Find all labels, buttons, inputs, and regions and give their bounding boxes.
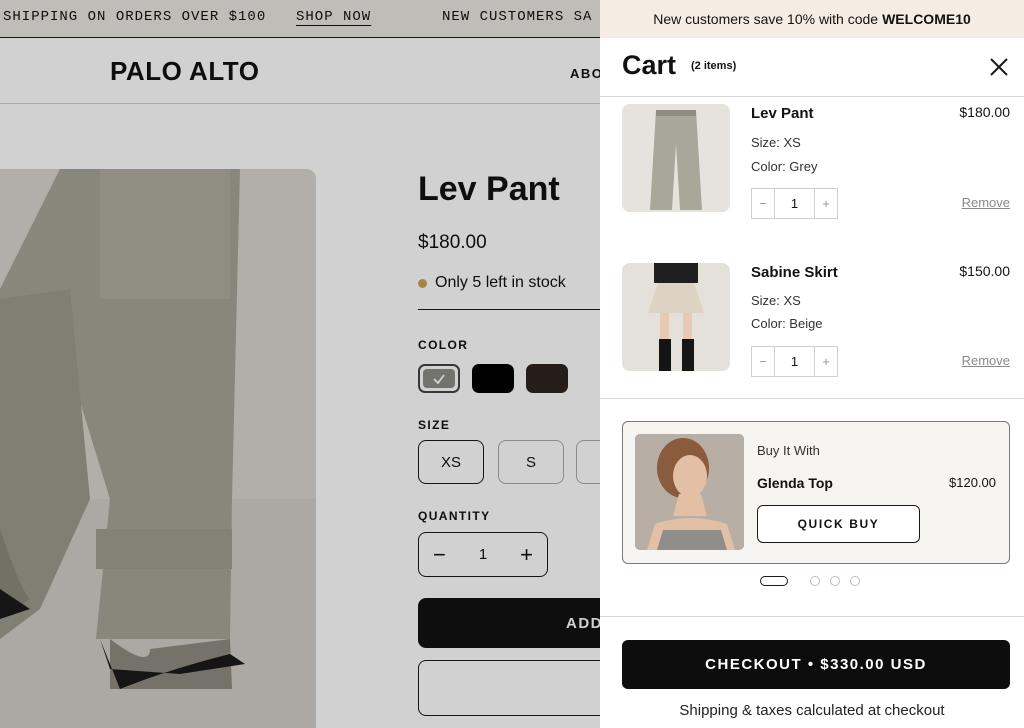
remove-link[interactable]: Remove (962, 195, 1010, 210)
upsell-price: $120.00 (949, 475, 996, 490)
upsell-product-name[interactable]: Glenda Top (757, 475, 833, 491)
cart-item-count: (2 items) (691, 60, 737, 72)
upsell-kicker: Buy It With (757, 443, 820, 458)
line-item-quantity-stepper: − 1 + (751, 346, 838, 377)
cart-line-item: Lev Pant $180.00 Size: XS Color: Grey − … (622, 104, 1010, 222)
line-item-size: Size: XS (751, 135, 801, 150)
line-item-price: $150.00 (959, 263, 1010, 279)
line-item-quantity[interactable]: 1 (774, 347, 815, 376)
cart-drawer: New customers save 10% with code WELCOME… (600, 0, 1024, 728)
upsell-image[interactable] (635, 434, 744, 550)
glenda-top-thumbnail (635, 434, 744, 550)
divider (600, 616, 1024, 617)
cart-header: Cart (2 items) (600, 38, 1024, 97)
line-item-size: Size: XS (751, 293, 801, 308)
carousel-pagination (760, 576, 860, 586)
carousel-dot-1[interactable] (760, 576, 788, 586)
line-item-color: Color: Grey (751, 159, 818, 174)
line-item-image[interactable] (622, 263, 730, 371)
line-item-name[interactable]: Sabine Skirt (751, 264, 838, 281)
decrease-quantity-button[interactable]: − (752, 189, 774, 218)
line-item-color: Color: Beige (751, 316, 823, 331)
cart-title: Cart (622, 50, 677, 80)
promo-code: WELCOME10 (882, 11, 971, 27)
quick-buy-button[interactable]: QUICK BUY (757, 505, 920, 543)
line-item-name[interactable]: Lev Pant (751, 105, 814, 122)
divider (600, 398, 1024, 399)
upsell-card: Buy It With Glenda Top $120.00 QUICK BUY (622, 421, 1010, 564)
line-item-image[interactable] (622, 104, 730, 212)
close-cart-button[interactable] (986, 54, 1012, 80)
line-item-quantity-stepper: − 1 + (751, 188, 838, 219)
close-icon[interactable] (986, 54, 1012, 80)
cart-line-item: Sabine Skirt $150.00 Size: XS Color: Bei… (622, 263, 1010, 381)
checkout-button[interactable]: CHECKOUT • $330.00 USD (622, 640, 1010, 689)
carousel-dot-4[interactable] (850, 576, 860, 586)
decrease-quantity-button[interactable]: − (752, 347, 774, 376)
increase-quantity-button[interactable]: + (815, 189, 837, 218)
line-item-quantity[interactable]: 1 (774, 189, 815, 218)
increase-quantity-button[interactable]: + (815, 347, 837, 376)
sabine-skirt-thumbnail (622, 263, 730, 371)
line-item-price: $180.00 (959, 104, 1010, 120)
lev-pant-thumbnail (622, 104, 730, 212)
carousel-dot-3[interactable] (830, 576, 840, 586)
checkout-note: Shipping & taxes calculated at checkout (679, 702, 945, 719)
promo-text: New customers save 10% with code (653, 11, 879, 27)
remove-link[interactable]: Remove (962, 353, 1010, 368)
promo-banner: New customers save 10% with code WELCOME… (600, 0, 1024, 38)
carousel-dot-2[interactable] (810, 576, 820, 586)
